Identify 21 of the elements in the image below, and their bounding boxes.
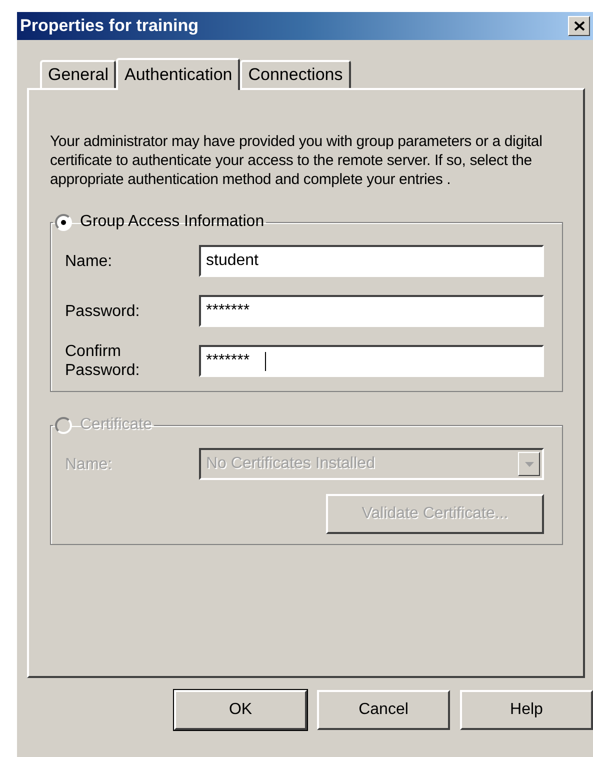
text-field[interactable]: ******* bbox=[199, 345, 544, 377]
field-label: Confirm Password: bbox=[65, 342, 141, 380]
tab[interactable]: General bbox=[40, 60, 116, 88]
radio-button[interactable] bbox=[55, 214, 72, 230]
field-label: Password: bbox=[65, 302, 141, 320]
tab[interactable]: Connections bbox=[240, 60, 351, 88]
text-field[interactable]: student bbox=[199, 245, 544, 277]
close-button[interactable] bbox=[568, 16, 590, 36]
field-label: Name: bbox=[65, 252, 114, 270]
radio-label: Group Access Information bbox=[80, 213, 264, 231]
dialog-button[interactable]: Cancel bbox=[317, 690, 450, 730]
description-text: Your administrator may have provided you with group parameters or a digital certificate to authenticate your access to the remote server. If so, select the appropriate authentication method and complete your entries . bbox=[50, 132, 544, 189]
dialog-button[interactable]: Help bbox=[460, 690, 593, 730]
window-title: Properties for training bbox=[20, 16, 199, 36]
caret-icon bbox=[524, 462, 534, 466]
text-field[interactable]: ******* bbox=[199, 295, 544, 327]
dropdown-button[interactable] bbox=[518, 452, 540, 476]
tab[interactable]: Authentication bbox=[116, 58, 240, 90]
dialog-button[interactable]: OK bbox=[174, 690, 307, 730]
radio-label: Certificate bbox=[80, 416, 152, 434]
close-icon bbox=[574, 21, 584, 31]
